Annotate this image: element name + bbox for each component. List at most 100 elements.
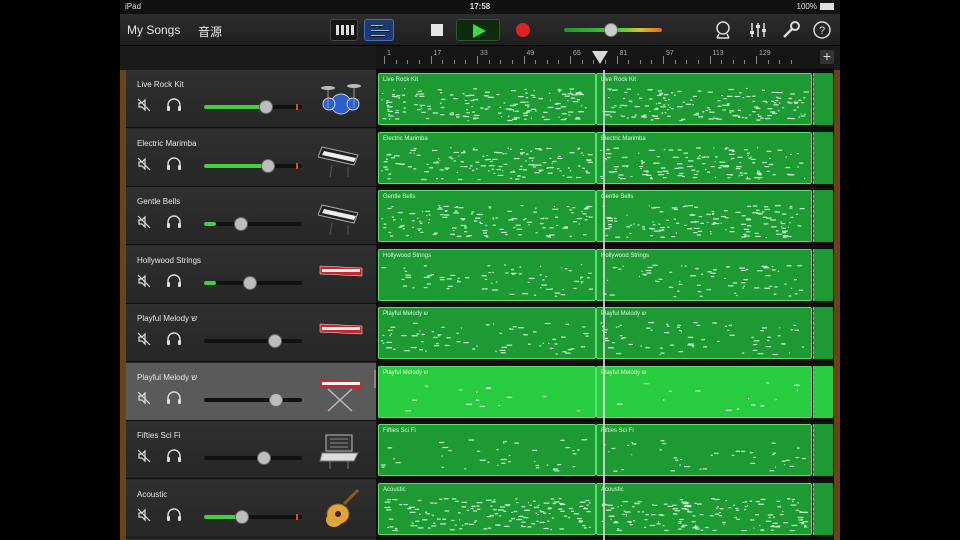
headphones-icon[interactable] xyxy=(166,390,182,405)
volume-knob[interactable] xyxy=(261,158,275,173)
piano-icon-key xyxy=(346,25,349,35)
track-header[interactable]: Electric Marimba xyxy=(126,128,376,187)
volume-knob[interactable] xyxy=(259,100,273,114)
track-header[interactable]: Fifties Sci Fi xyxy=(126,421,376,479)
vintage-synth-icon[interactable] xyxy=(318,429,364,471)
track-header[interactable]: Gentle Bells xyxy=(126,187,376,245)
track-volume-slider[interactable] xyxy=(204,334,302,348)
loop-region[interactable]: Playful Melody ש xyxy=(596,307,812,359)
loop-region[interactable]: Hollywood Strings xyxy=(596,248,812,301)
headphones-icon[interactable] xyxy=(166,215,182,229)
region-label: Electric Marimba xyxy=(383,135,428,142)
ruler-subtick xyxy=(535,60,537,64)
mute-icon[interactable] xyxy=(137,449,151,463)
master-volume-knob[interactable] xyxy=(604,23,618,37)
track-volume-slider[interactable] xyxy=(204,275,302,290)
piano-icon-key xyxy=(341,25,344,35)
undo-button[interactable]: 音源 xyxy=(198,23,222,40)
volume-knob[interactable] xyxy=(268,334,282,348)
track-header[interactable]: Playful Melody ש xyxy=(126,362,376,421)
region-loop-tail[interactable] xyxy=(813,365,833,418)
record-button[interactable] xyxy=(510,19,536,41)
loop-region[interactable]: Acoustic xyxy=(596,482,812,535)
volume-knob[interactable] xyxy=(243,275,257,290)
loop-region[interactable]: Fifties Sci Fi xyxy=(378,424,596,476)
loop-region[interactable]: Live Rock Kit xyxy=(378,73,596,125)
region-loop-tail[interactable] xyxy=(813,424,833,476)
volume-knob[interactable] xyxy=(269,392,283,407)
play-button[interactable] xyxy=(456,19,500,41)
track-header[interactable]: Live Rock Kit xyxy=(126,70,376,128)
loop-region[interactable]: Electric Marimba xyxy=(596,131,812,184)
synth-keyboard-icon[interactable] xyxy=(317,137,364,179)
keyboard-stand-icon[interactable] xyxy=(318,371,364,413)
my-songs-button[interactable]: My Songs xyxy=(127,23,180,37)
mute-icon[interactable] xyxy=(137,98,151,112)
timeline-ruler[interactable]: 1 17 33 49 65 81 97 113 129 + xyxy=(376,46,834,70)
track-volume-slider[interactable] xyxy=(204,158,302,173)
level-meter xyxy=(296,162,298,169)
mute-icon[interactable] xyxy=(137,215,151,229)
region-label: Fifties Sci Fi xyxy=(383,428,416,434)
volume-fill xyxy=(204,280,216,285)
track-volume-slider[interactable] xyxy=(204,392,302,407)
loop-region[interactable]: Gentle Bells xyxy=(378,190,596,242)
ruler-label: 97 xyxy=(666,50,674,57)
headphones-icon[interactable] xyxy=(166,507,182,522)
master-volume-slider[interactable] xyxy=(564,23,662,37)
mute-icon[interactable] xyxy=(137,274,151,288)
instrument-view-button[interactable] xyxy=(330,19,358,41)
region-loop-tail[interactable] xyxy=(813,131,833,184)
loop-region[interactable]: Live Rock Kit xyxy=(596,73,812,125)
red-keyboard-icon[interactable] xyxy=(318,254,364,296)
region-loop-tail[interactable] xyxy=(813,307,833,359)
track-volume-slider[interactable] xyxy=(204,451,302,465)
loop-browser-icon[interactable] xyxy=(713,20,733,40)
track-header[interactable]: Hollywood Strings xyxy=(126,245,376,304)
loop-region[interactable]: Playful Melody ש xyxy=(596,365,812,418)
loop-region[interactable]: Electric Marimba xyxy=(378,131,596,184)
loop-region[interactable]: Gentle Bells xyxy=(596,190,812,242)
track-header[interactable]: Acoustic xyxy=(126,479,376,538)
headphones-icon[interactable] xyxy=(166,273,182,288)
stop-button[interactable] xyxy=(424,19,450,41)
loop-region[interactable]: Playful Melody ש xyxy=(378,365,596,418)
mixer-icon[interactable] xyxy=(748,20,768,40)
region-loop-tail[interactable] xyxy=(813,190,833,242)
region-loop-tail[interactable] xyxy=(813,482,833,535)
settings-wrench-icon[interactable] xyxy=(781,20,801,40)
acoustic-guitar-icon[interactable] xyxy=(318,488,364,530)
mute-icon[interactable] xyxy=(137,508,151,522)
mute-icon[interactable] xyxy=(137,332,151,346)
add-section-button[interactable]: + xyxy=(820,49,834,64)
loop-region[interactable]: Fifties Sci Fi xyxy=(596,424,812,476)
synth-keyboard-icon[interactable] xyxy=(317,195,364,237)
mute-icon[interactable] xyxy=(137,157,151,171)
track-header[interactable]: Playful Melody ש xyxy=(126,304,376,362)
track-volume-slider[interactable] xyxy=(204,217,302,231)
region-loop-tail[interactable] xyxy=(813,73,833,125)
headphones-icon[interactable] xyxy=(166,332,182,346)
red-keyboard-icon[interactable] xyxy=(318,312,364,354)
tracks-view-button[interactable] xyxy=(364,19,394,41)
loop-region[interactable]: Acoustic xyxy=(378,482,596,535)
region-label: Hollywood Strings xyxy=(383,252,432,259)
region-label: Fifties Sci Fi xyxy=(601,428,634,434)
playhead-handle[interactable] xyxy=(592,51,608,64)
mute-icon[interactable] xyxy=(137,391,151,405)
ruler-tick xyxy=(663,56,664,64)
headphones-icon[interactable] xyxy=(166,98,182,112)
headphones-icon[interactable] xyxy=(166,156,182,171)
region-loop-tail[interactable] xyxy=(813,248,833,301)
volume-knob[interactable] xyxy=(234,217,248,231)
loop-region[interactable]: Hollywood Strings xyxy=(378,248,596,301)
help-icon[interactable]: ? xyxy=(812,20,832,40)
volume-knob[interactable] xyxy=(235,509,249,524)
track-volume-slider[interactable] xyxy=(204,100,302,114)
volume-knob[interactable] xyxy=(257,451,271,465)
drum-kit-icon[interactable] xyxy=(318,78,364,120)
headphones-icon[interactable] xyxy=(166,449,182,463)
track-volume-slider[interactable] xyxy=(204,509,302,524)
loop-region[interactable]: Playful Melody ש xyxy=(378,307,596,359)
ruler-subtick xyxy=(511,60,513,64)
